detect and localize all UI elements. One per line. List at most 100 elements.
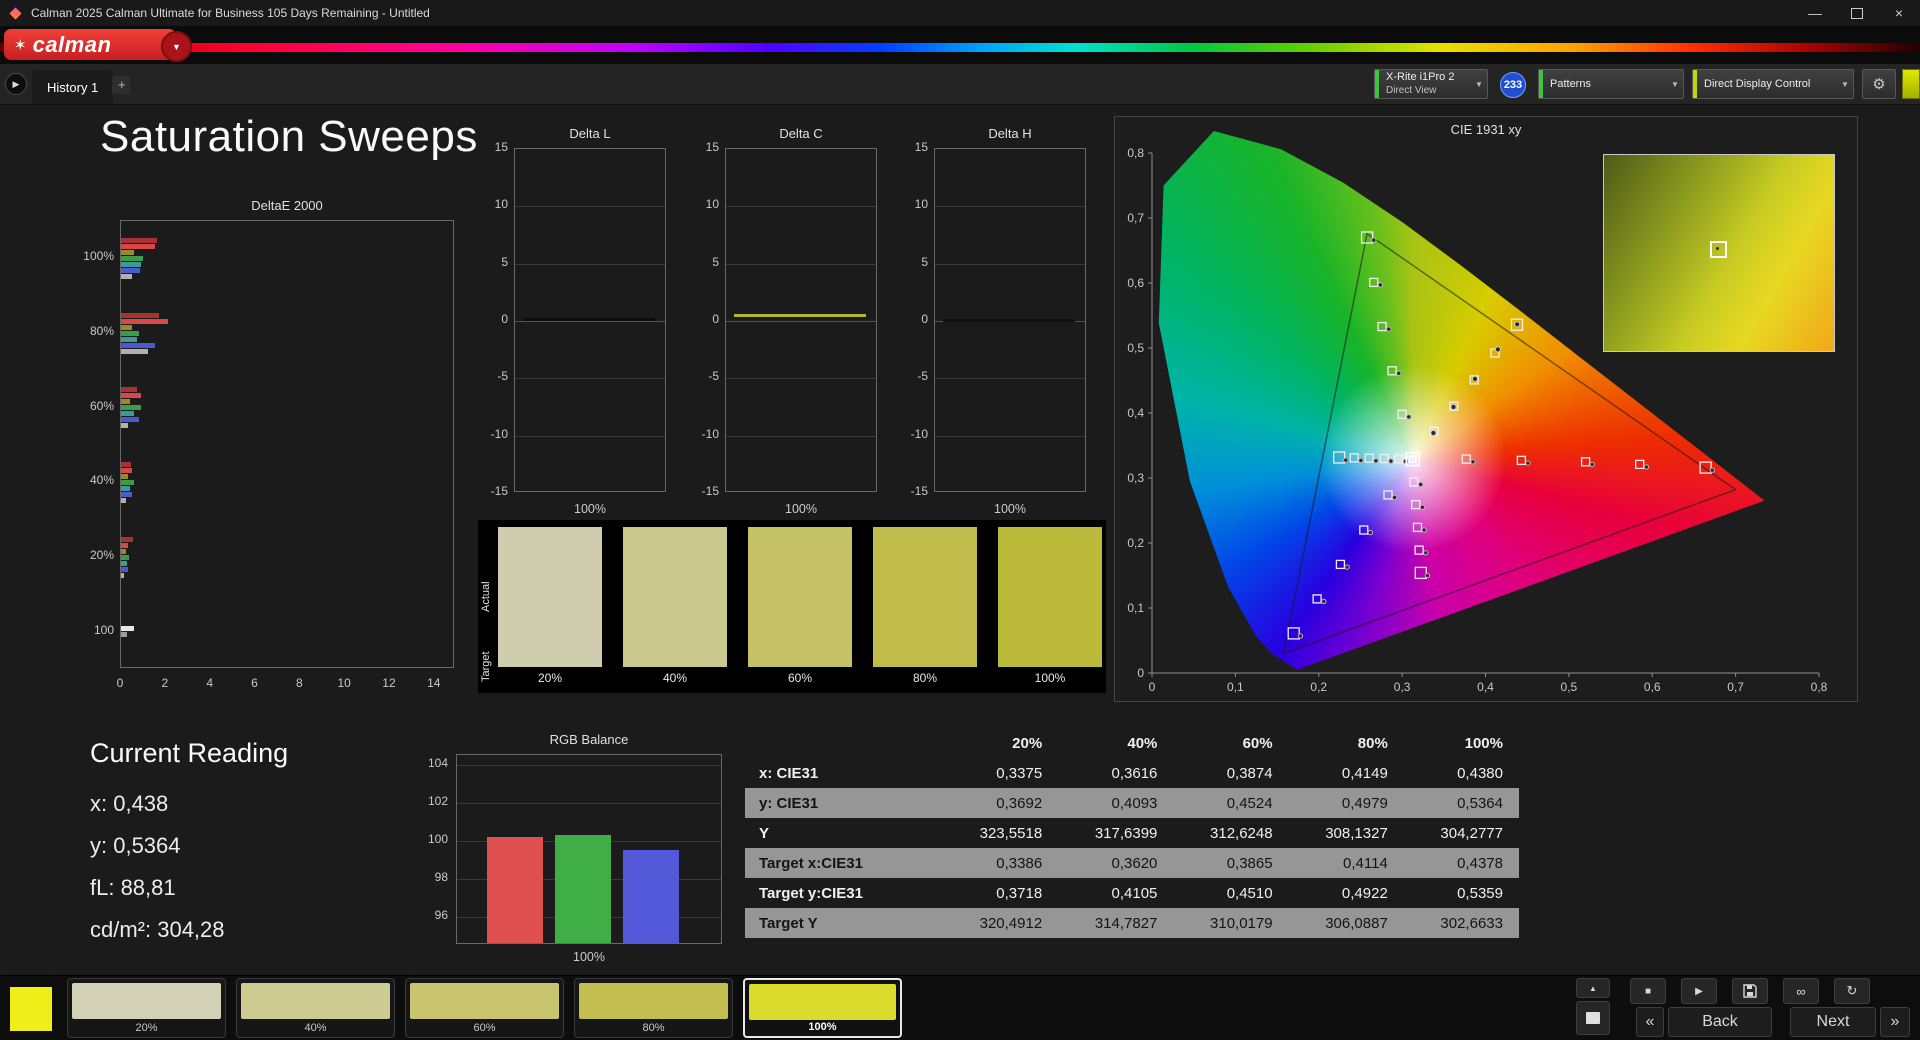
next-button[interactable]: Next <box>1790 1007 1876 1037</box>
table-cell: 310,0179 <box>1210 914 1273 932</box>
settings-gear-button[interactable]: ⚙ <box>1862 69 1896 99</box>
chart-title: RGB Balance <box>549 732 629 747</box>
gridline <box>515 263 665 265</box>
delta-ytick-label: -5 <box>497 369 508 384</box>
target-point-marker <box>1516 455 1527 466</box>
table-cell: 320,4912 <box>979 914 1043 932</box>
column-header: 60% <box>1242 734 1273 752</box>
pattern-swatch-60%[interactable]: 60% <box>405 978 564 1038</box>
meter-dropdown[interactable]: X-Rite i1Pro 2 Direct View ▼ <box>1374 69 1488 99</box>
history-nav-button[interactable]: ▶ <box>5 73 27 95</box>
table-cell: 317,6399 <box>1094 824 1158 842</box>
refresh-button[interactable]: ↻ <box>1834 978 1870 1004</box>
deltae-xtick-label: 6 <box>251 676 258 690</box>
deltae-bar <box>121 343 155 348</box>
current-reading-title: Current Reading <box>90 738 289 768</box>
target-point-marker <box>1409 477 1419 487</box>
actual-row-label: Actual <box>480 581 492 612</box>
pattern-bar: 20% 40% 60% 80% 100% ▲ ■ ▶ ∞ ↻ « Back Next » <box>0 975 1920 1040</box>
chart-title: Delta L <box>569 126 611 141</box>
pattern-swatch-20%[interactable]: 20% <box>67 978 226 1038</box>
deltae-bar <box>121 626 135 631</box>
delta-ytick-label: -15 <box>490 484 508 498</box>
swatch-column: 80% <box>873 527 977 689</box>
delta-ytick-label: -5 <box>917 369 928 384</box>
delta-h-chart: Delta H 100% 15 10 5 0 -5 -10 -15 <box>874 126 1094 526</box>
measured-point-marker <box>1358 457 1364 464</box>
swatch-label: 20% <box>537 671 563 685</box>
side-panel-strip[interactable] <box>1902 69 1920 99</box>
measured-point-marker <box>1418 481 1424 488</box>
table-cell: 0,5364 <box>1457 794 1503 812</box>
pattern-swatch-100%[interactable]: 100% <box>743 978 902 1038</box>
deltae-bar <box>121 555 129 560</box>
deltae-bar <box>121 537 134 542</box>
back-button[interactable]: Back <box>1668 1007 1772 1037</box>
pattern-window-button[interactable] <box>1576 1001 1610 1035</box>
delta-ytick-label: 0 <box>921 312 928 326</box>
close-button[interactable]: × <box>1878 0 1920 26</box>
play-button[interactable]: ▶ <box>1681 978 1717 1004</box>
gridline <box>515 378 665 380</box>
target-point-marker <box>1461 454 1471 464</box>
target-point-marker <box>1411 499 1421 510</box>
column-header: 20% <box>1012 734 1043 752</box>
tab-history-1[interactable]: History 1 <box>32 70 114 104</box>
save-button[interactable] <box>1732 978 1768 1004</box>
deltae-bar <box>121 462 132 467</box>
deltae-bar <box>121 474 128 479</box>
deltae-bar <box>121 313 160 318</box>
saturation-swatch <box>873 527 977 667</box>
minimize-button[interactable]: — <box>1794 0 1836 26</box>
collapse-up-button[interactable]: ▲ <box>1576 978 1610 998</box>
swatch-color <box>241 983 390 1019</box>
maximize-button[interactable] <box>1836 0 1878 26</box>
gridline <box>935 206 1085 208</box>
pattern-swatch-80%[interactable]: 80% <box>574 978 733 1038</box>
gridline <box>726 378 876 380</box>
deltae-bar <box>121 417 139 422</box>
table-cell: 0,3616 <box>1111 764 1158 782</box>
reading-fl: fL: 88,81 <box>90 875 176 900</box>
measured-point-marker <box>1709 467 1715 473</box>
column-header: 100% <box>1464 734 1503 752</box>
table-row: Target y:CIE31 0,3718 0,4105 0,4510 0,4922 0,… <box>745 878 1519 908</box>
deltae-category-label: 100% <box>83 249 114 264</box>
deltae-bar <box>121 393 142 398</box>
table-cell: 0,4149 <box>1341 764 1388 782</box>
deltae-bar <box>121 486 130 491</box>
display-control-dropdown[interactable]: Direct Display Control ▼ <box>1692 69 1854 99</box>
cie-tick-label: 0,1 <box>1127 601 1144 615</box>
next-chevron-button[interactable]: » <box>1880 1007 1910 1037</box>
add-tab-button[interactable]: + <box>112 76 130 94</box>
deltae-category-label: 20% <box>89 548 114 562</box>
deltae-bar <box>121 573 125 578</box>
logo-menu-button[interactable]: ▼ <box>161 31 192 62</box>
prev-chevron-button[interactable]: « <box>1636 1007 1664 1037</box>
delta-ytick-label: 5 <box>921 254 928 269</box>
stop-button[interactable]: ■ <box>1630 978 1666 1004</box>
measured-point-marker <box>1471 375 1479 382</box>
measurement-table: 20% 40% 60% 80% 100% x: CIE31 0,3375 0,3616 0,38… <box>745 728 1519 938</box>
gridline <box>515 435 665 437</box>
rgb-bar-red <box>487 836 543 943</box>
table-cell: 0,4114 <box>1343 854 1388 872</box>
window-title: Calman 2025 Calman Ultimate for Business… <box>31 6 430 20</box>
save-icon <box>1743 984 1757 998</box>
deltae-bar <box>121 262 142 267</box>
loop-button[interactable]: ∞ <box>1783 978 1819 1004</box>
table-row: Target x:CIE31 0,3386 0,3620 0,3865 0,4114 0,… <box>745 848 1519 878</box>
measured-point-marker <box>1494 346 1501 353</box>
pattern-swatch-40%[interactable]: 40% <box>236 978 395 1038</box>
table-cell: 0,4510 <box>1226 884 1273 902</box>
patterns-dropdown[interactable]: Patterns ▼ <box>1538 69 1684 99</box>
white-point-marker <box>1409 455 1417 463</box>
target-point-marker <box>1414 566 1427 580</box>
cie-tick-label: 0,5 <box>1561 680 1578 694</box>
cie-tick-label: 0,6 <box>1644 680 1661 694</box>
deltae-bar <box>121 244 155 249</box>
deltae-bar <box>121 423 128 428</box>
target-point-marker <box>1383 490 1393 500</box>
inset-target-marker <box>1710 241 1727 258</box>
gridline <box>935 263 1085 265</box>
